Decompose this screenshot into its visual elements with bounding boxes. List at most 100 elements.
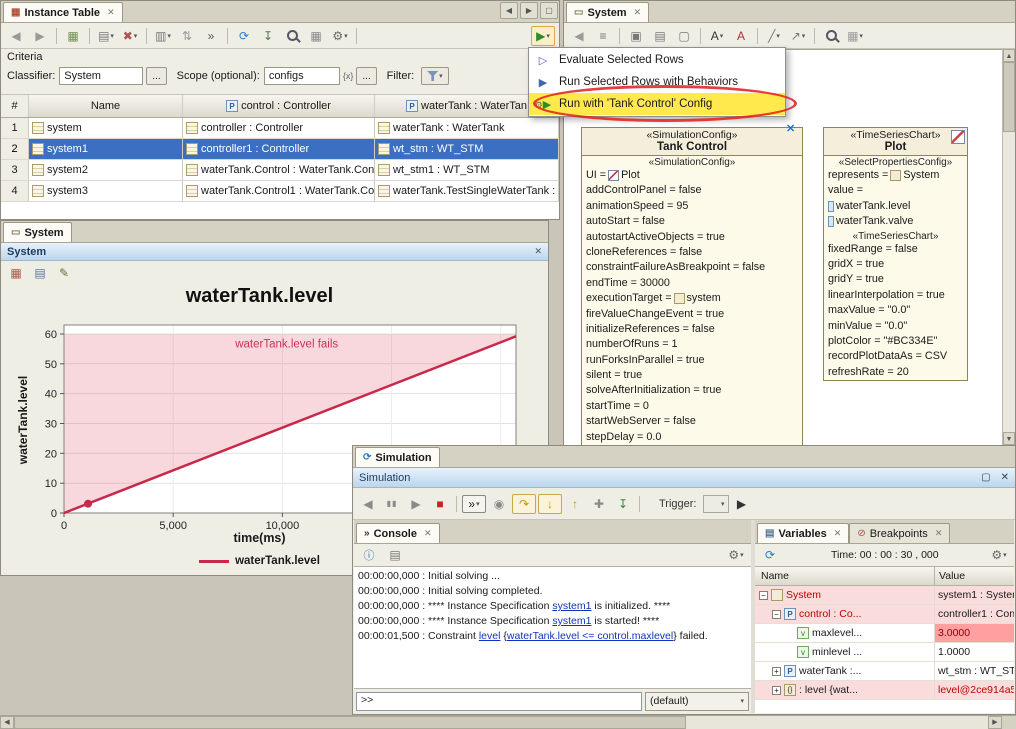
table-cell[interactable]: wt_stm : WT_STM: [375, 139, 559, 159]
table-cell[interactable]: waterTank : WaterTank: [375, 118, 559, 138]
variable-row[interactable]: +{}: level {wat...level@2ce914a5: [755, 681, 1014, 700]
overflow-icon[interactable]: »: [200, 27, 222, 45]
zoom-icon[interactable]: [820, 27, 842, 45]
time-series-chart-box[interactable]: «TimeSeriesChart» Plot «SelectProperties…: [823, 127, 968, 381]
nav-back-icon[interactable]: ◀: [5, 27, 27, 45]
close-icon[interactable]: ✕: [107, 7, 115, 18]
tab-simulation[interactable]: ⟳ Simulation: [355, 447, 440, 467]
table-cell[interactable]: controller1 : Controller: [183, 139, 375, 159]
export-icon[interactable]: ↧: [257, 27, 279, 45]
menu-item[interactable]: ▷Evaluate Selected Rows: [529, 49, 785, 71]
resume-icon[interactable]: ▶: [405, 495, 427, 513]
scope-field[interactable]: configs: [264, 67, 340, 85]
collapse-icon[interactable]: −: [772, 610, 781, 619]
console-options-icon[interactable]: ⚙▾: [725, 546, 747, 564]
table-row[interactable]: 3system2waterTank.Control : WaterTank.Co…: [1, 160, 559, 181]
filter-button[interactable]: ▾: [421, 67, 449, 85]
console-link[interactable]: system1: [552, 615, 591, 627]
classifier-browse-button[interactable]: ...: [146, 67, 166, 85]
column-header[interactable]: Pcontrol : Controller: [183, 95, 375, 117]
save-chart-icon[interactable]: ▤: [29, 264, 51, 282]
step-over-icon[interactable]: ↷: [512, 494, 536, 514]
text-color-icon[interactable]: A: [730, 27, 752, 45]
table-cell[interactable]: system: [29, 118, 183, 138]
tab-list-button[interactable]: ▢: [540, 2, 558, 19]
pause-icon[interactable]: ▮▮: [381, 495, 403, 513]
diagram-vertical-scrollbar[interactable]: ▲ ▼: [1002, 49, 1015, 445]
log-file-icon[interactable]: ▤: [384, 546, 406, 564]
table-row[interactable]: 4system3waterTank.Control1 : WaterTank.C…: [1, 181, 559, 202]
collapse-icon[interactable]: −: [759, 591, 768, 600]
expand-icon[interactable]: +: [772, 686, 781, 695]
table-cell[interactable]: system3: [29, 181, 183, 201]
console-link[interactable]: system1: [552, 600, 591, 612]
chart-settings-icon[interactable]: ✎: [53, 264, 75, 282]
arrow-style-icon[interactable]: ↗▾: [787, 27, 809, 45]
clipboard-icon[interactable]: ▢: [673, 27, 695, 45]
scroll-down-button[interactable]: ▼: [1003, 432, 1015, 445]
step-out-icon[interactable]: ↑: [564, 495, 586, 513]
edit-table-icon[interactable]: ▦: [62, 27, 84, 45]
console-link[interactable]: waterTank.level <= control.maxlevel: [507, 630, 673, 642]
search-icon[interactable]: [281, 27, 303, 45]
variable-row[interactable]: −Systemsystem1 : System@f7e...: [755, 586, 1014, 605]
table-cell[interactable]: system2: [29, 160, 183, 180]
console-mode-select[interactable]: (default)▾: [645, 692, 749, 711]
variable-row[interactable]: +PwaterTank :...wt_stm : WT_STM@37...: [755, 662, 1014, 681]
scrollbar-thumb[interactable]: [1003, 62, 1015, 132]
close-icon[interactable]: ✕: [634, 7, 642, 18]
table-cell[interactable]: system1: [29, 139, 183, 159]
plot-data-icon[interactable]: ▦: [5, 264, 27, 282]
close-icon[interactable]: ✕: [1001, 472, 1009, 483]
horizontal-scrollbar[interactable]: ◀ ▶: [0, 715, 1016, 729]
tab-system-chart[interactable]: ▭ System: [3, 222, 72, 242]
column-header[interactable]: #: [1, 95, 29, 117]
refresh-icon[interactable]: ⟳: [233, 27, 255, 45]
close-icon[interactable]: ✕: [935, 528, 943, 539]
table-cell[interactable]: wt_stm1 : WT_STM: [375, 160, 559, 180]
name-column-header[interactable]: Name: [755, 567, 935, 585]
tab-console[interactable]: » Console ✕: [356, 523, 440, 543]
next-trigger-icon[interactable]: ▶: [731, 495, 753, 513]
nav-forward-icon[interactable]: ▶: [29, 27, 51, 45]
fast-forward-icon[interactable]: »▾: [462, 495, 486, 513]
variable-row[interactable]: vmaxlevel...3.0000: [755, 624, 1014, 643]
variables-options-icon[interactable]: ⚙▾: [988, 546, 1010, 564]
run-icon[interactable]: ▶▾: [531, 26, 555, 46]
scroll-up-button[interactable]: ▲: [1003, 49, 1015, 62]
table-cell[interactable]: waterTank.TestSingleWaterTank :: [375, 181, 559, 201]
menu-item[interactable]: ▶Run Selected Rows with Behaviors: [529, 71, 785, 93]
expression-icon[interactable]: {x}: [343, 71, 354, 81]
close-icon[interactable]: ✕: [834, 528, 842, 539]
value-column-header[interactable]: Value: [935, 570, 1014, 582]
console-input[interactable]: >>: [356, 692, 642, 711]
variable-row[interactable]: vminlevel ...1.0000: [755, 643, 1014, 662]
copy-icon[interactable]: ▣: [625, 27, 647, 45]
scroll-left-button[interactable]: ◀: [0, 716, 14, 729]
float-icon[interactable]: ▢: [981, 472, 990, 483]
table-row[interactable]: 1systemcontroller : ControllerwaterTank …: [1, 118, 559, 139]
breakpoint-icon[interactable]: ✚: [588, 495, 610, 513]
expand-icon[interactable]: +: [772, 667, 781, 676]
info-icon[interactable]: ⓘ: [358, 546, 380, 564]
tab-scroll-left-button[interactable]: ◀: [500, 2, 518, 19]
table-row[interactable]: 2system1controller1 : Controllerwt_stm :…: [1, 139, 559, 160]
move-rows-icon[interactable]: ⇅: [176, 27, 198, 45]
pin-icon[interactable]: ✕: [786, 122, 795, 135]
add-instance-icon[interactable]: ▤▾: [95, 27, 117, 45]
font-icon[interactable]: A▾: [706, 27, 728, 45]
tab-variables[interactable]: ▤ Variables ✕: [757, 523, 849, 543]
tab-breakpoints[interactable]: ⊘ Breakpoints ✕: [849, 523, 950, 543]
settings-icon[interactable]: ⚙▾: [329, 27, 351, 45]
step-back-icon[interactable]: ◀: [357, 495, 379, 513]
tab-system-diagram[interactable]: ▭ System ✕: [566, 2, 649, 22]
tab-scroll-right-button[interactable]: ▶: [520, 2, 538, 19]
line-style-icon[interactable]: ╱▾: [763, 27, 785, 45]
columns-icon[interactable]: ▥▾: [152, 27, 174, 45]
trigger-select[interactable]: ▾: [703, 495, 729, 513]
scrollbar-thumb[interactable]: [14, 716, 686, 729]
containment-icon[interactable]: ≡: [592, 27, 614, 45]
step-into-icon[interactable]: ↓: [538, 494, 562, 514]
scroll-right-button[interactable]: ▶: [988, 716, 1002, 729]
close-icon[interactable]: ✕: [534, 246, 542, 257]
